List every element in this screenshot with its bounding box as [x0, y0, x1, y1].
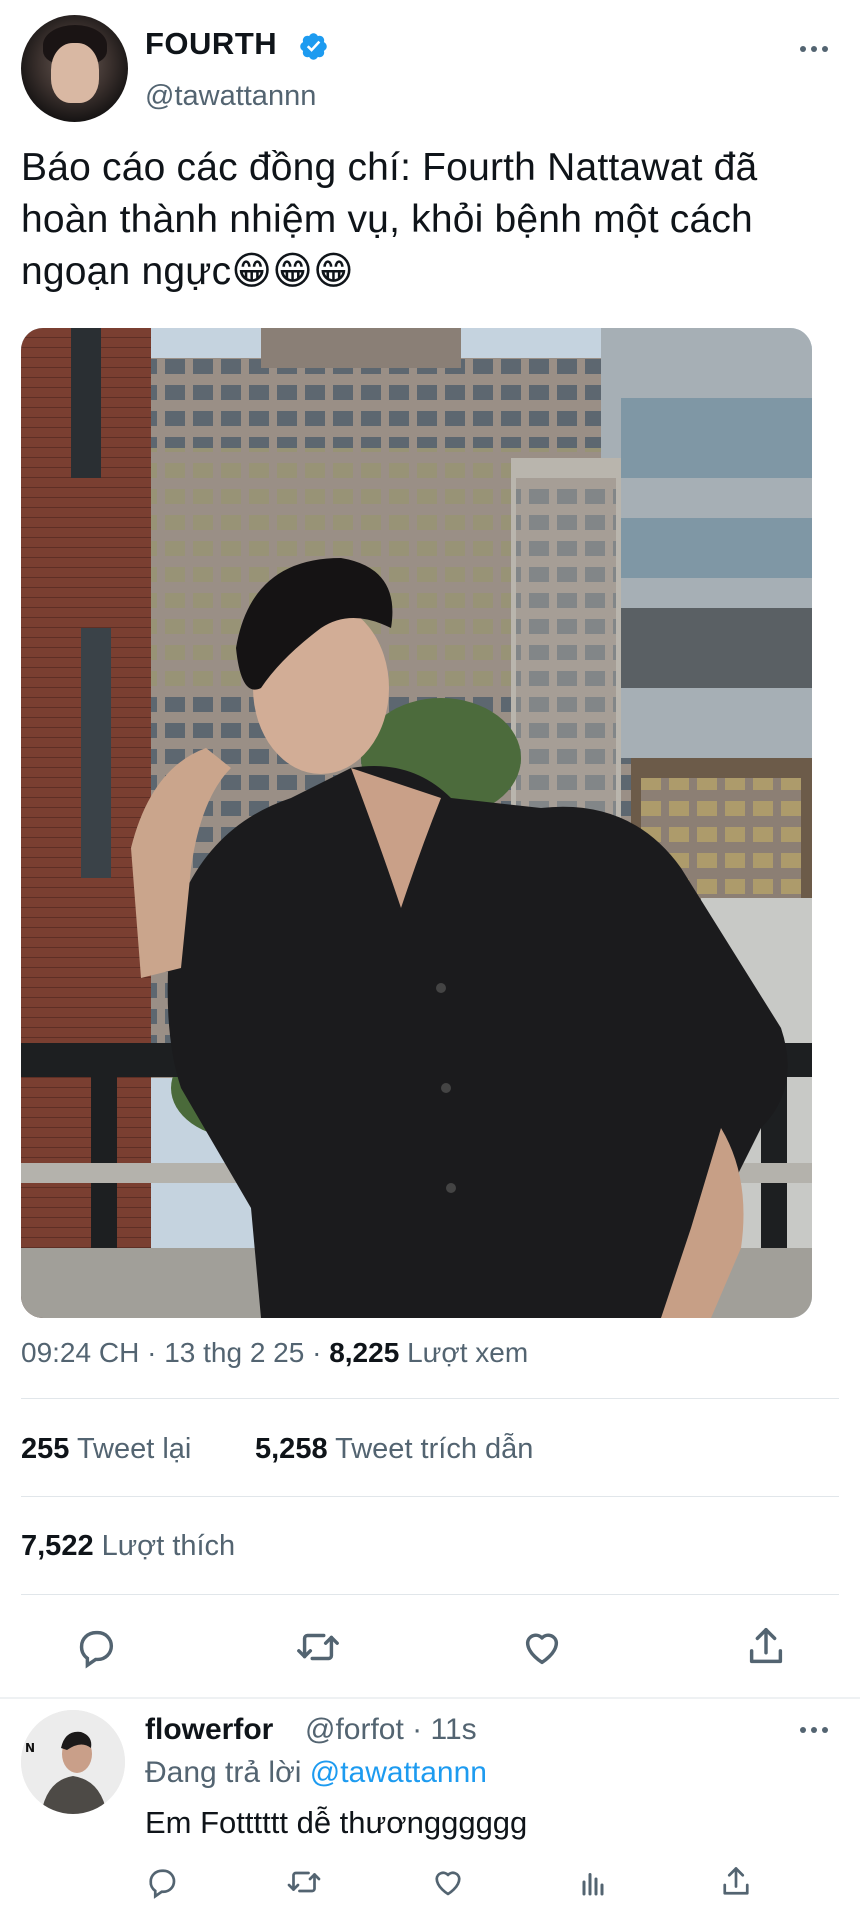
retweets-count: 255: [21, 1433, 70, 1465]
quotes-count: 5,258: [255, 1433, 328, 1465]
tweet-photo[interactable]: [21, 328, 812, 1318]
reply-text: Em Fotttttt dễ thươngggggg: [145, 1805, 528, 1840]
analytics-icon[interactable]: [575, 1864, 611, 1900]
reply-actions: [140, 1860, 760, 1906]
author-display-name[interactable]: FOURTH: [145, 26, 277, 62]
tweet-actions: [21, 1620, 839, 1676]
divider: [21, 1496, 839, 1497]
reply-display-name[interactable]: flowerfor: [145, 1713, 273, 1747]
reply-avatar[interactable]: N: [21, 1710, 125, 1814]
like-icon[interactable]: [430, 1864, 466, 1900]
views-label: Lượt xem: [407, 1337, 529, 1368]
reply-dot: ·: [412, 1713, 423, 1746]
views-count: 8,225: [329, 1337, 400, 1368]
replying-prefix: Đang trả lời: [145, 1756, 302, 1789]
reply-icon[interactable]: [73, 1624, 119, 1670]
retweets-label: Tweet lại: [76, 1433, 192, 1465]
retweets-stat[interactable]: 255 Tweet lại: [21, 1433, 191, 1466]
svg-text:N: N: [25, 1741, 35, 1755]
author-handle[interactable]: @tawattannn: [145, 80, 316, 113]
reply-handle-time[interactable]: @forfot · 11s: [305, 1713, 477, 1747]
likes-count: 7,522: [21, 1530, 94, 1562]
share-icon[interactable]: [743, 1624, 789, 1670]
verified-badge-icon: [300, 33, 327, 60]
quotes-label: Tweet trích dẫn: [335, 1433, 534, 1465]
tweet-meta: 09:24 CH · 13 thg 2 25 · 8,225 Lượt xem: [21, 1337, 528, 1369]
reply-time[interactable]: 11s: [431, 1713, 477, 1746]
likes-label: Lượt thích: [101, 1530, 236, 1562]
retweet-icon[interactable]: [295, 1624, 341, 1670]
reply-icon[interactable]: [144, 1864, 180, 1900]
tweet-time[interactable]: 09:24 CH: [21, 1337, 139, 1368]
likes-stat[interactable]: 7,522 Lượt thích: [21, 1530, 235, 1563]
replying-to: Đang trả lời @tawattannn: [145, 1756, 487, 1790]
section-separator: [0, 1697, 860, 1699]
more-options-icon[interactable]: [798, 44, 830, 54]
meta-separator: ·: [312, 1337, 330, 1368]
share-icon[interactable]: [718, 1864, 754, 1900]
tweet-text: Báo cáo các đồng chí: Fourth Nattawat đã…: [21, 146, 758, 293]
replying-mention[interactable]: @tawattannn: [310, 1756, 487, 1789]
divider: [21, 1398, 839, 1399]
reply-more-options-icon[interactable]: [798, 1725, 830, 1735]
reply-handle[interactable]: @forfot: [305, 1713, 404, 1746]
author-avatar[interactable]: [21, 15, 128, 122]
tweet-date[interactable]: 13 thg 2 25: [164, 1337, 304, 1368]
meta-separator: ·: [147, 1337, 165, 1368]
divider: [21, 1594, 839, 1595]
retweet-icon[interactable]: [286, 1864, 322, 1900]
quotes-stat[interactable]: 5,258 Tweet trích dẫn: [255, 1433, 533, 1466]
like-icon[interactable]: [519, 1624, 565, 1670]
